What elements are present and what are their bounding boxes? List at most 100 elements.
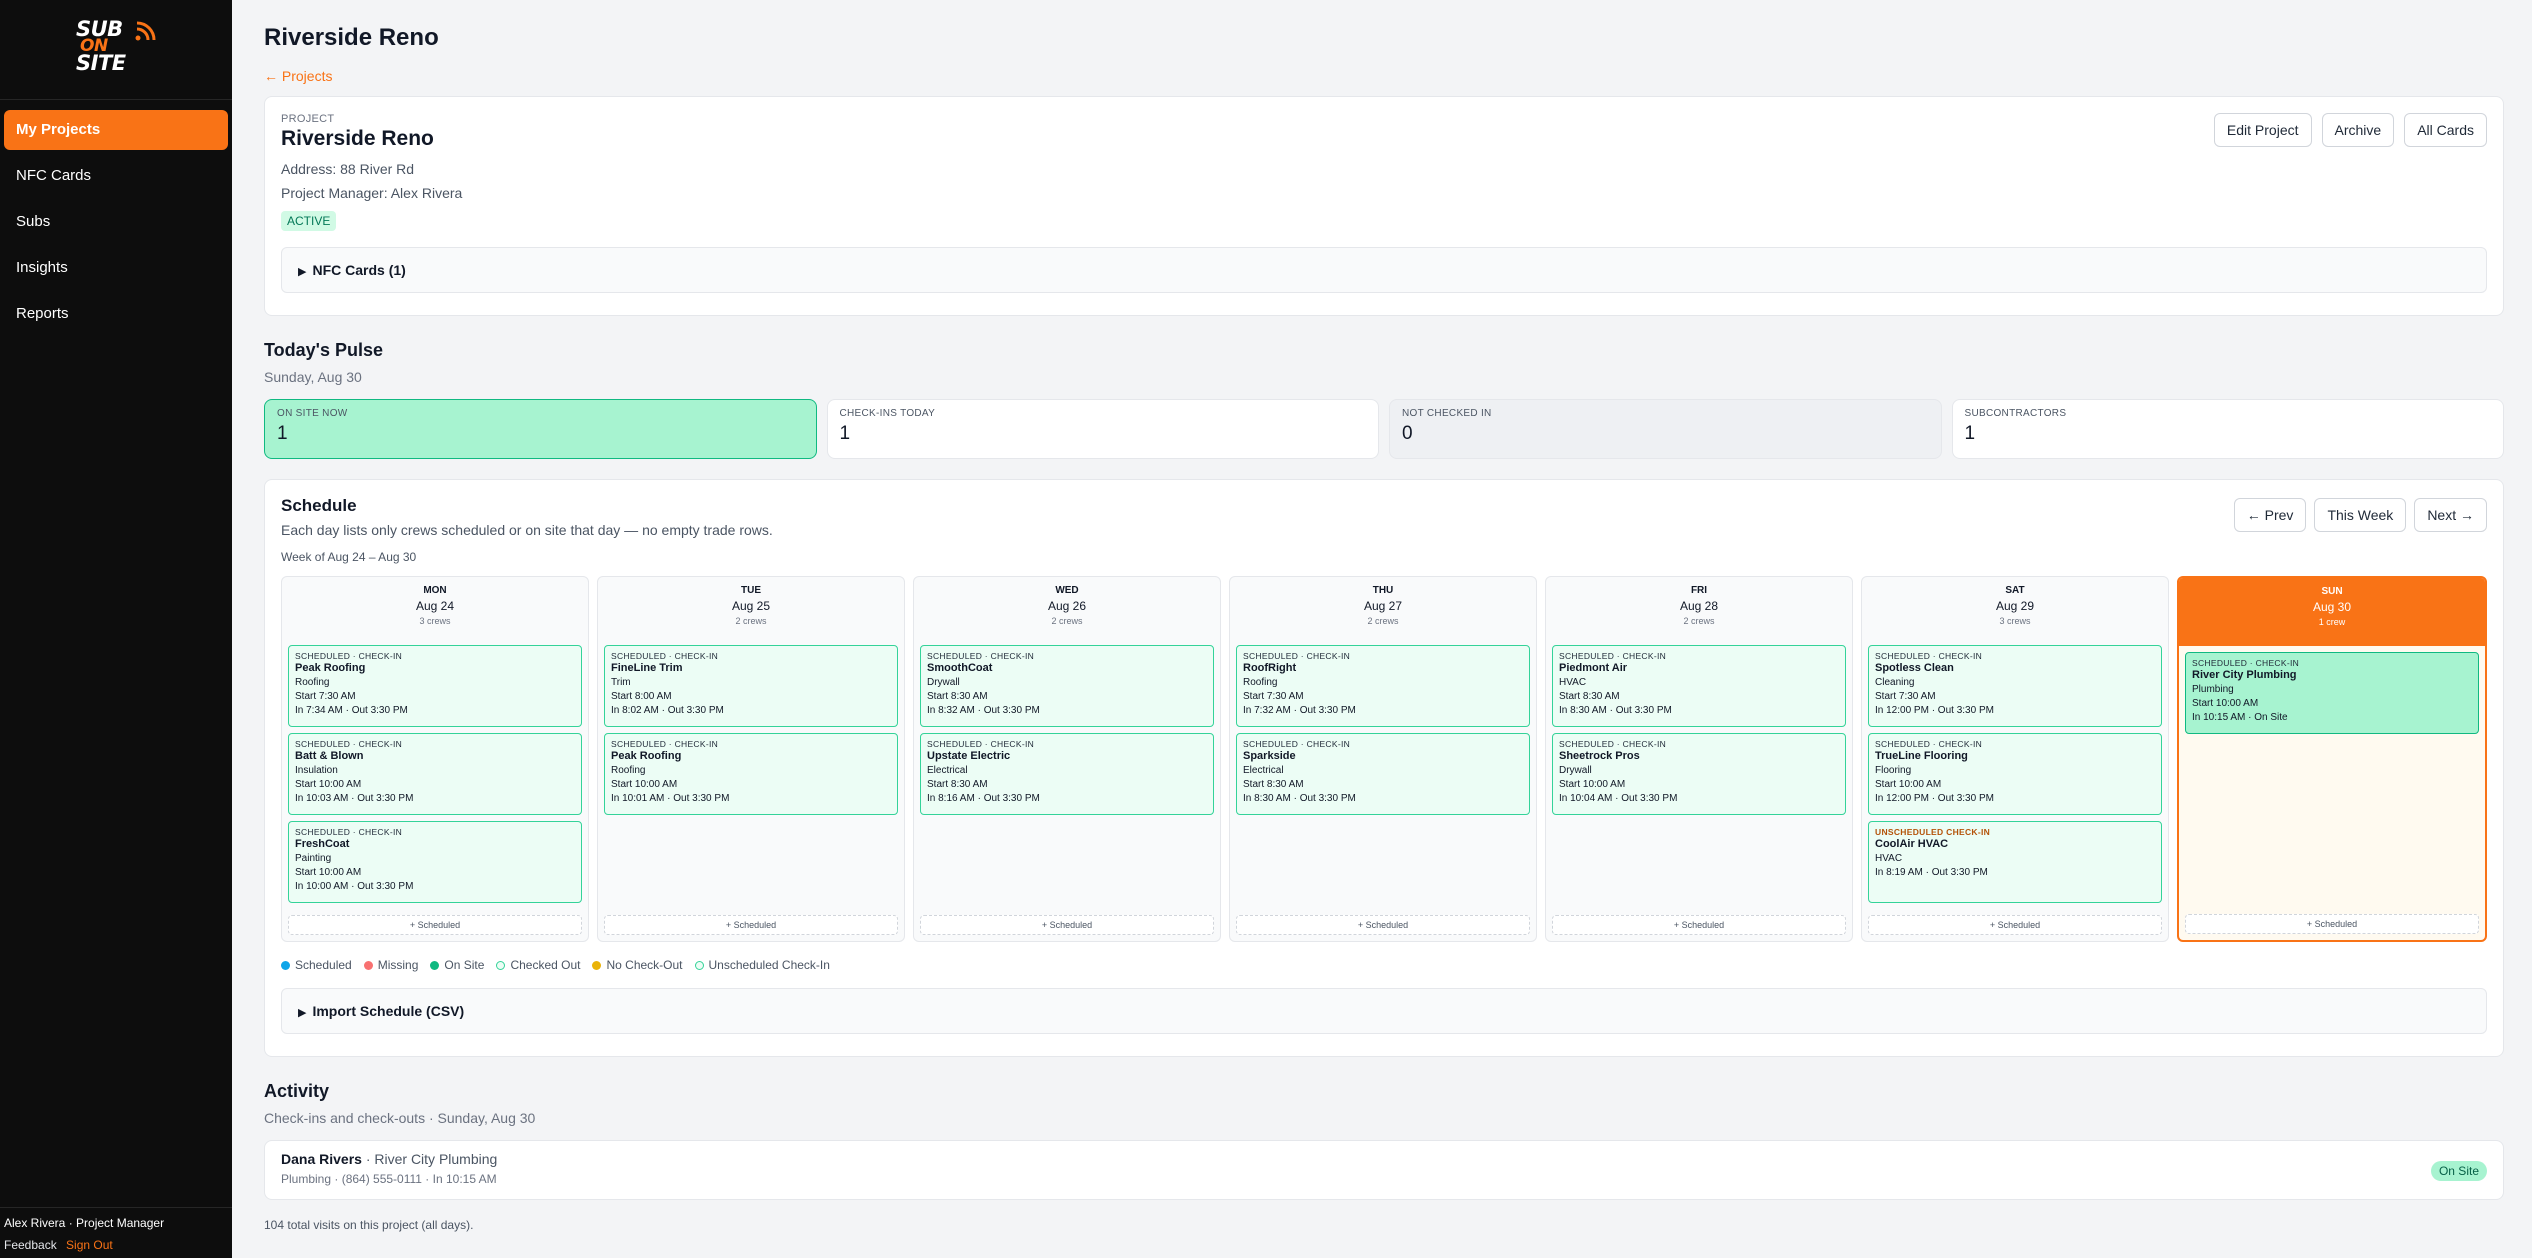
- entry-in-out: In 7:32 AM · Out 3:30 PM: [1243, 705, 1356, 716]
- user-info: Alex Rivera · Project Manager: [4, 1216, 165, 1230]
- add-scheduled-button[interactable]: + Scheduled: [1236, 915, 1530, 935]
- activity-company: · River City Plumbing: [361, 1151, 498, 1167]
- feedback-link[interactable]: Feedback: [4, 1238, 57, 1252]
- entry-company: SmoothCoat: [927, 662, 993, 674]
- on-site-badge: On Site: [2430, 1161, 2487, 1181]
- project-label: PROJECT: [281, 113, 335, 125]
- entry-status: SCHEDULED · CHECK-IN: [927, 651, 1035, 661]
- sign-out-link[interactable]: Sign Out: [66, 1238, 113, 1252]
- entry-start: Start 10:00 AM: [2192, 698, 2259, 709]
- entry-trade: Electrical: [1243, 765, 1284, 776]
- entry-trade: Electrical: [927, 765, 968, 776]
- import-schedule-disclosure[interactable]: ▶ Import Schedule (CSV): [281, 988, 2487, 1034]
- entry-status: UNSCHEDULED CHECK-IN: [1875, 827, 1991, 837]
- sidebar-item-nfc-cards[interactable]: NFC Cards: [4, 156, 228, 196]
- day-column-sun: SUN Aug 30 1 crew SCHEDULED · CHECK-IN River…: [2177, 576, 2487, 942]
- schedule-entry[interactable]: UNSCHEDULED CHECK-IN CoolAir HVAC HVAC In 8…: [1868, 821, 2162, 903]
- schedule-entry[interactable]: SCHEDULED · CHECK-IN FineLine Trim Trim Sta…: [604, 645, 898, 727]
- schedule-entry[interactable]: SCHEDULED · CHECK-IN Sparkside Electrical S…: [1236, 733, 1530, 815]
- logo[interactable]: SUB ON SITE: [0, 0, 232, 100]
- stat-label: NOT CHECKED IN: [1402, 408, 1492, 419]
- schedule-week: Week of Aug 24 – Aug 30: [281, 550, 417, 564]
- entry-trade: Roofing: [611, 765, 646, 776]
- legend-label: No Check-Out: [606, 958, 683, 972]
- day-name: SUN: [2321, 586, 2343, 597]
- stat-value: 1: [839, 423, 851, 444]
- schedule-description: Each day lists only crews scheduled or o…: [281, 522, 773, 538]
- entry-company: River City Plumbing: [2192, 669, 2297, 681]
- day-crew-count: 2 crews: [735, 616, 767, 626]
- schedule-entry[interactable]: SCHEDULED · CHECK-IN RoofRight Roofing Star…: [1236, 645, 1530, 727]
- entry-status: SCHEDULED · CHECK-IN: [1243, 651, 1351, 661]
- activity-row[interactable]: Dana Rivers · River City Plumbing Plumbi…: [264, 1140, 2504, 1200]
- archive-button[interactable]: Archive: [2321, 113, 2395, 147]
- sidebar-item-insights[interactable]: Insights: [4, 248, 228, 288]
- entry-in-out: In 10:01 AM · Out 3:30 PM: [611, 793, 730, 804]
- next-week-button[interactable]: Next →: [2414, 498, 2487, 532]
- entry-start: Start 8:00 AM: [611, 691, 672, 702]
- day-column-sat: SAT Aug 29 3 crews SCHEDULED · CHECK-IN Spot…: [1861, 576, 2169, 942]
- sidebar-item-my-projects[interactable]: My Projects: [4, 110, 228, 150]
- legend-dot-icon: [694, 960, 704, 970]
- add-scheduled-button[interactable]: + Scheduled: [1868, 915, 2162, 935]
- add-scheduled-button[interactable]: + Scheduled: [1552, 915, 1846, 935]
- legend-item: No Check-Out: [592, 958, 683, 972]
- day-name: MON: [423, 585, 447, 596]
- stat-value: 1: [1964, 423, 1976, 444]
- activity-title: Activity: [264, 1081, 330, 1101]
- entry-start: Start 8:30 AM: [1243, 779, 1304, 790]
- entry-in-out: In 8:32 AM · Out 3:30 PM: [927, 705, 1040, 716]
- entry-start: Start 7:30 AM: [1243, 691, 1304, 702]
- add-scheduled-button[interactable]: + Scheduled: [920, 915, 1214, 935]
- signal-icon: [135, 21, 156, 40]
- add-scheduled-button[interactable]: + Scheduled: [288, 915, 582, 935]
- entry-company: FineLine Trim: [611, 662, 683, 674]
- prev-week-button[interactable]: ← Prev: [2233, 498, 2307, 532]
- day-column-thu: THU Aug 27 2 crews SCHEDULED · CHECK-IN Roof…: [1229, 576, 1537, 942]
- day-date: Aug 24: [415, 599, 455, 613]
- sidebar-item-reports[interactable]: Reports: [4, 294, 228, 334]
- entry-in-out: In 8:16 AM · Out 3:30 PM: [927, 793, 1040, 804]
- nfc-cards-disclosure[interactable]: ▶ NFC Cards (1): [281, 247, 2487, 293]
- schedule-legend: Scheduled Missing On Site Checked Out No Che…: [281, 958, 2487, 972]
- day-name: FRI: [1690, 585, 1708, 596]
- entry-in-out: In 12:00 PM · Out 3:30 PM: [1875, 793, 1994, 804]
- entry-company: RoofRight: [1243, 662, 1297, 674]
- entry-company: Batt & Blown: [295, 750, 364, 762]
- entry-status: SCHEDULED · CHECK-IN: [295, 827, 403, 837]
- entry-in-out: In 10:04 AM · Out 3:30 PM: [1559, 793, 1678, 804]
- entry-company: Sparkside: [1243, 750, 1296, 762]
- add-scheduled-button[interactable]: + Scheduled: [604, 915, 898, 935]
- schedule-entry[interactable]: SCHEDULED · CHECK-IN Upstate Electric Elec…: [920, 733, 1214, 815]
- entry-trade: Plumbing: [2192, 684, 2234, 695]
- sidebar-item-subs[interactable]: Subs: [4, 202, 228, 242]
- day-crew-count: 3 crews: [419, 616, 451, 626]
- back-to-projects-link[interactable]: ← Projects: [264, 68, 2504, 84]
- day-header: SUN Aug 30 1 crew: [2179, 578, 2485, 646]
- schedule-entry[interactable]: SCHEDULED · CHECK-IN Spotless Clean Cleani…: [1868, 645, 2162, 727]
- schedule-entry[interactable]: SCHEDULED · CHECK-IN Piedmont Air HVAC Star…: [1552, 645, 1846, 727]
- logo-line-3: SITE: [76, 50, 126, 75]
- entry-trade: Drywall: [927, 677, 960, 688]
- schedule-entry[interactable]: SCHEDULED · CHECK-IN Peak Roofing Roofing S…: [604, 733, 898, 815]
- schedule-entry[interactable]: SCHEDULED · CHECK-IN TrueLine Flooring Flo…: [1868, 733, 2162, 815]
- day-date: Aug 29: [1995, 599, 2035, 613]
- all-cards-button[interactable]: All Cards: [2404, 113, 2487, 147]
- schedule-entry[interactable]: SCHEDULED · CHECK-IN Sheetrock Pros Drywal…: [1552, 733, 1846, 815]
- entry-trade: Roofing: [1243, 677, 1278, 688]
- legend-dot-icon: [592, 960, 602, 970]
- day-name: THU: [1372, 585, 1394, 596]
- schedule-entry[interactable]: SCHEDULED · CHECK-IN Peak Roofing Roofing S…: [288, 645, 582, 727]
- this-week-button[interactable]: This Week: [2314, 498, 2407, 532]
- schedule-entry[interactable]: SCHEDULED · CHECK-IN FreshCoat Painting Sta…: [288, 821, 582, 903]
- day-crew-count: 2 crews: [1051, 616, 1083, 626]
- edit-project-button[interactable]: Edit Project: [2213, 113, 2312, 147]
- schedule-entry[interactable]: SCHEDULED · CHECK-IN Batt & Blown Insulati…: [288, 733, 582, 815]
- schedule-card: Schedule Each day lists only crews sched…: [264, 479, 2504, 1057]
- entry-trade: Trim: [611, 677, 631, 688]
- schedule-entry[interactable]: SCHEDULED · CHECK-IN River City Plumbing P…: [2185, 652, 2479, 734]
- schedule-entry[interactable]: SCHEDULED · CHECK-IN SmoothCoat Drywall Sta…: [920, 645, 1214, 727]
- nfc-cards-label: NFC Cards (1): [312, 262, 406, 278]
- legend-label: On Site: [444, 958, 485, 972]
- add-scheduled-button[interactable]: + Scheduled: [2185, 914, 2479, 934]
